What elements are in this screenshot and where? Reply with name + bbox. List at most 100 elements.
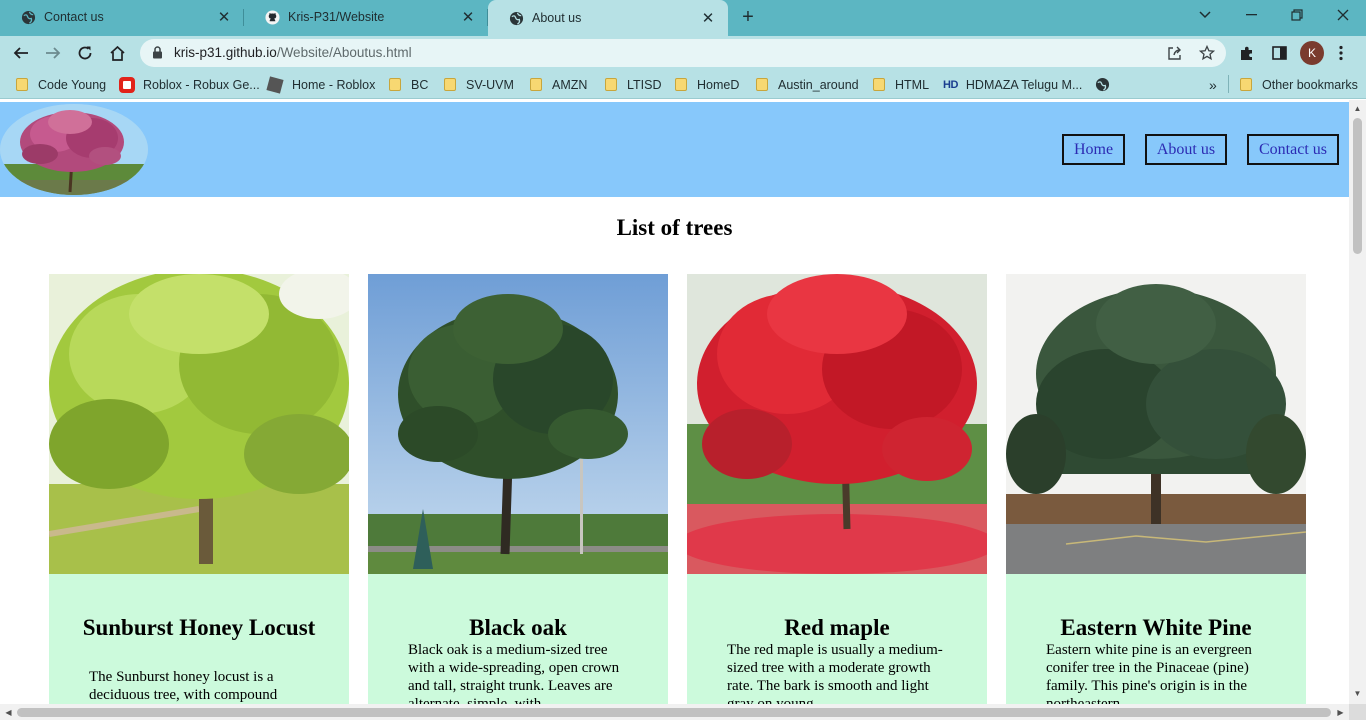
restore-button[interactable] bbox=[1274, 0, 1320, 30]
tree-description: Eastern white pine is an evergreen conif… bbox=[1046, 642, 1252, 704]
bookmarks-divider bbox=[1228, 75, 1229, 93]
folder-icon bbox=[389, 78, 401, 91]
bookmark-other-bookmarks[interactable]: Other bookmarks bbox=[1240, 75, 1358, 94]
folder-icon bbox=[1240, 78, 1252, 91]
globe-icon bbox=[1095, 77, 1110, 92]
vertical-scroll-thumb[interactable] bbox=[1353, 118, 1362, 254]
tab-kris-website[interactable]: Kris-P31/Website ✕ bbox=[244, 0, 488, 34]
home-button[interactable] bbox=[104, 40, 130, 66]
bookmark-label: AMZN bbox=[552, 77, 588, 92]
tree-card-sunburst-honey-locust: Sunburst Honey Locust The Sunburst honey… bbox=[49, 274, 349, 704]
tree-name: Eastern White Pine bbox=[1060, 615, 1252, 640]
back-button[interactable] bbox=[8, 40, 34, 66]
horizontal-scroll-thumb[interactable] bbox=[17, 708, 1331, 717]
reload-icon bbox=[78, 46, 92, 60]
chevron-down-icon bbox=[1199, 11, 1211, 19]
bookmarks-bar: Code Young Roblox - Robux Ge... Home - R… bbox=[0, 70, 1366, 99]
close-icon[interactable]: ✕ bbox=[698, 9, 718, 27]
tree-description: Black oak is a medium-sized tree with a … bbox=[408, 642, 620, 704]
github-icon bbox=[264, 9, 280, 25]
nav-home-link[interactable]: Home bbox=[1062, 134, 1125, 165]
tab-contact-us[interactable]: Contact us ✕ bbox=[0, 0, 244, 34]
nav-contact-us-link[interactable]: Contact us bbox=[1247, 134, 1339, 165]
tree-name: Black oak bbox=[469, 615, 567, 640]
bookmark-homed[interactable]: HomeD bbox=[675, 75, 739, 94]
horizontal-scrollbar[interactable]: ◀ ▶ bbox=[0, 704, 1349, 720]
tab-about-us[interactable]: About us ✕ bbox=[488, 0, 728, 36]
bookmark-label: Code Young bbox=[38, 77, 107, 92]
more-bookmarks-button[interactable]: » bbox=[1209, 75, 1217, 94]
puzzle-icon bbox=[1241, 46, 1252, 60]
tab-search-button[interactable] bbox=[1182, 0, 1228, 30]
scroll-up-arrow-icon[interactable]: ▲ bbox=[1349, 100, 1366, 117]
bookmark-roblox-robux[interactable]: Roblox - Robux Ge... bbox=[119, 75, 260, 94]
tree-description: The red maple is usually a medium-sized … bbox=[727, 642, 943, 704]
hd-icon: HD bbox=[943, 78, 958, 91]
roblox-icon bbox=[266, 75, 284, 94]
extensions-button[interactable] bbox=[1234, 40, 1260, 66]
globe-icon bbox=[508, 10, 524, 26]
lock-icon[interactable] bbox=[152, 46, 163, 64]
globe-icon bbox=[20, 9, 36, 25]
new-tab-button[interactable]: + bbox=[736, 6, 760, 30]
tree-photo bbox=[368, 274, 668, 574]
address-bar[interactable]: kris-p31.github.io/Website/Aboutus.html bbox=[140, 39, 1226, 67]
bookmark-globe[interactable] bbox=[1095, 75, 1110, 94]
arrow-right-icon bbox=[46, 47, 61, 59]
star-icon[interactable] bbox=[1198, 44, 1216, 62]
bookmark-bc[interactable]: BC bbox=[389, 75, 428, 94]
share-icon[interactable] bbox=[1166, 44, 1184, 62]
bookmark-label: BC bbox=[411, 77, 429, 92]
arrow-left-icon bbox=[13, 47, 28, 59]
tree-photo bbox=[687, 274, 987, 574]
site-logo[interactable] bbox=[0, 104, 148, 195]
scroll-down-arrow-icon[interactable]: ▼ bbox=[1349, 685, 1366, 702]
folder-icon bbox=[605, 78, 617, 91]
bookmark-home-roblox[interactable]: Home - Roblox bbox=[266, 75, 376, 94]
scroll-right-arrow-icon[interactable]: ▶ bbox=[1332, 704, 1349, 720]
bookmark-hdmaza[interactable]: HD HDMAZA Telugu M... bbox=[943, 75, 1082, 94]
home-icon bbox=[109, 45, 125, 61]
scroll-left-arrow-icon[interactable]: ◀ bbox=[0, 704, 17, 720]
side-panel-button[interactable] bbox=[1266, 40, 1292, 66]
nav-about-us-link[interactable]: About us bbox=[1145, 134, 1227, 165]
tree-card-red-maple: Red maple The red maple is usually a med… bbox=[687, 274, 987, 704]
close-icon[interactable]: ✕ bbox=[458, 8, 478, 26]
bookmark-label: Austin_around bbox=[778, 77, 859, 92]
browser-toolbar: kris-p31.github.io/Website/Aboutus.html bbox=[0, 36, 1366, 70]
scrollbar-corner bbox=[1349, 704, 1366, 720]
bookmark-label: Roblox - Robux Ge... bbox=[143, 77, 260, 92]
page-viewport: Home About us Contact us List of trees S… bbox=[0, 100, 1349, 704]
close-window-button[interactable] bbox=[1320, 0, 1366, 30]
minimize-button[interactable] bbox=[1228, 0, 1274, 30]
bookmark-label: Other bookmarks bbox=[1262, 77, 1358, 92]
bookmark-label: HDMAZA Telugu M... bbox=[965, 77, 1083, 92]
bookmark-amzn[interactable]: AMZN bbox=[530, 75, 587, 94]
url-text: kris-p31.github.io/Website/Aboutus.html bbox=[174, 45, 412, 60]
url-path: /Website/Aboutus.html bbox=[276, 45, 412, 60]
tab-title: Contact us bbox=[44, 10, 104, 24]
side-panel-icon bbox=[1271, 46, 1287, 60]
bookmark-html[interactable]: HTML bbox=[873, 75, 929, 94]
bookmark-label: Home - Roblox bbox=[292, 77, 376, 92]
tree-photo bbox=[49, 274, 349, 574]
forward-button[interactable] bbox=[40, 40, 66, 66]
tree-name: Red maple bbox=[784, 615, 890, 640]
folder-icon bbox=[873, 78, 885, 91]
close-icon[interactable]: ✕ bbox=[214, 8, 234, 26]
bookmark-ltisd[interactable]: LTISD bbox=[605, 75, 662, 94]
tree-photo bbox=[1006, 274, 1306, 574]
chrome-menu-button[interactable] bbox=[1328, 40, 1354, 66]
tab-title: About us bbox=[532, 11, 582, 25]
profile-avatar[interactable]: K bbox=[1300, 41, 1324, 65]
tree-name: Sunburst Honey Locust bbox=[82, 615, 316, 640]
bookmark-austin-around[interactable]: Austin_around bbox=[756, 75, 859, 94]
bookmark-code-young[interactable]: Code Young bbox=[16, 75, 106, 94]
bookmark-label: HTML bbox=[895, 77, 930, 92]
tree-card-black-oak: Black oak Black oak is a medium-sized tr… bbox=[368, 274, 668, 704]
bookmark-sv-uvm[interactable]: SV-UVM bbox=[444, 75, 514, 94]
folder-icon bbox=[16, 78, 28, 91]
more-vert-icon bbox=[1339, 45, 1343, 61]
vertical-scrollbar[interactable]: ▲ ▼ bbox=[1349, 100, 1366, 704]
reload-button[interactable] bbox=[72, 40, 98, 66]
